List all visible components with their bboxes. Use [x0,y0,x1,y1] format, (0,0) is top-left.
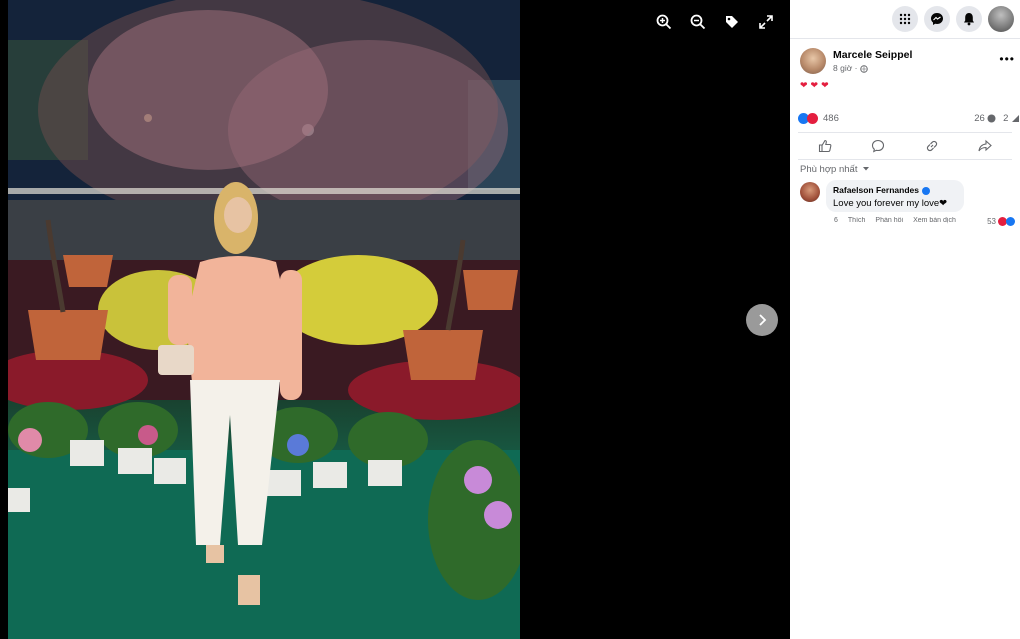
fullscreen-icon[interactable] [756,12,776,32]
reaction-summary[interactable]: 486 [798,113,839,124]
notifications-button[interactable] [956,6,982,32]
comment-icon [872,139,885,153]
share-icon [978,139,993,152]
author-avatar[interactable] [800,48,826,74]
commenter-avatar[interactable] [800,182,820,202]
comment-meta: 6 Thích Phản hồi Xem bản dịch [834,217,956,227]
author-name[interactable]: Marcele Seippel [833,49,912,61]
reaction-count: 486 [823,113,839,124]
comment-share-counts: 26 2 [974,113,1020,124]
thumbs-up-icon [818,139,832,153]
post-actions [798,132,1012,160]
comment-like-link[interactable]: Thích [848,217,866,227]
post-stats: 486 26 2 [798,113,1020,127]
comment-reply-link[interactable]: Phản hồi [875,217,903,227]
comment-button[interactable] [863,135,893,157]
copy-link-button[interactable] [917,135,947,157]
next-photo-button[interactable] [746,304,778,336]
photo-viewer [0,0,790,639]
see-translation-link[interactable]: Xem bản dịch [913,217,956,227]
globe-icon [860,65,868,73]
viewer-toolbar [654,12,776,32]
share-button[interactable] [970,135,1000,157]
comment-count[interactable]: 26 [974,113,985,124]
chevron-down-icon [863,167,870,171]
comment-sort-label: Phù hợp nhất [800,164,858,175]
post-time: 8 giờ · [833,63,868,73]
more-options-icon[interactable]: ••• [999,52,1015,66]
comment-count-icon [987,114,996,123]
bell-icon [964,13,974,26]
love-reaction-icon [807,113,818,124]
post-header: Marcele Seippel 8 giờ · ••• [800,46,1015,82]
post-caption: ❤❤❤ [800,80,832,90]
messenger-icon [931,13,943,25]
comment-bubble: Rafaelson Fernandes Love you forever my … [826,180,964,212]
like-reaction-icon [1006,217,1015,226]
like-button[interactable] [810,135,840,157]
profile-avatar[interactable] [988,6,1014,32]
comment-reactions[interactable]: 53 [987,217,1015,226]
comment-time[interactable]: 6 [834,217,838,227]
zoom-in-icon[interactable] [654,12,674,32]
share-count[interactable]: 2 [1003,113,1008,124]
post-time-text: 8 giờ · [833,63,858,73]
comment-text: Love you forever my love❤ [833,198,948,209]
commenter-name[interactable]: Rafaelson Fernandes [833,185,930,195]
commenter-name-text: Rafaelson Fernandes [833,185,919,195]
chevron-right-icon [759,314,767,326]
post-photo[interactable] [8,0,520,639]
comment-sort-dropdown[interactable]: Phù hợp nhất [800,164,870,175]
comment-reaction-count: 53 [987,217,996,226]
messenger-button[interactable] [924,6,950,32]
link-icon [926,140,937,152]
share-count-icon [1012,114,1019,122]
tag-icon[interactable] [722,12,742,32]
photo-scene [8,0,520,639]
top-nav [790,0,1020,39]
verified-badge-icon [921,186,930,195]
zoom-out-icon[interactable] [688,12,708,32]
menu-grid-icon [899,13,911,25]
menu-grid-button[interactable] [892,6,918,32]
post-sidebar: Marcele Seippel 8 giờ · ••• ❤❤❤ 486 26 2 [790,0,1020,639]
